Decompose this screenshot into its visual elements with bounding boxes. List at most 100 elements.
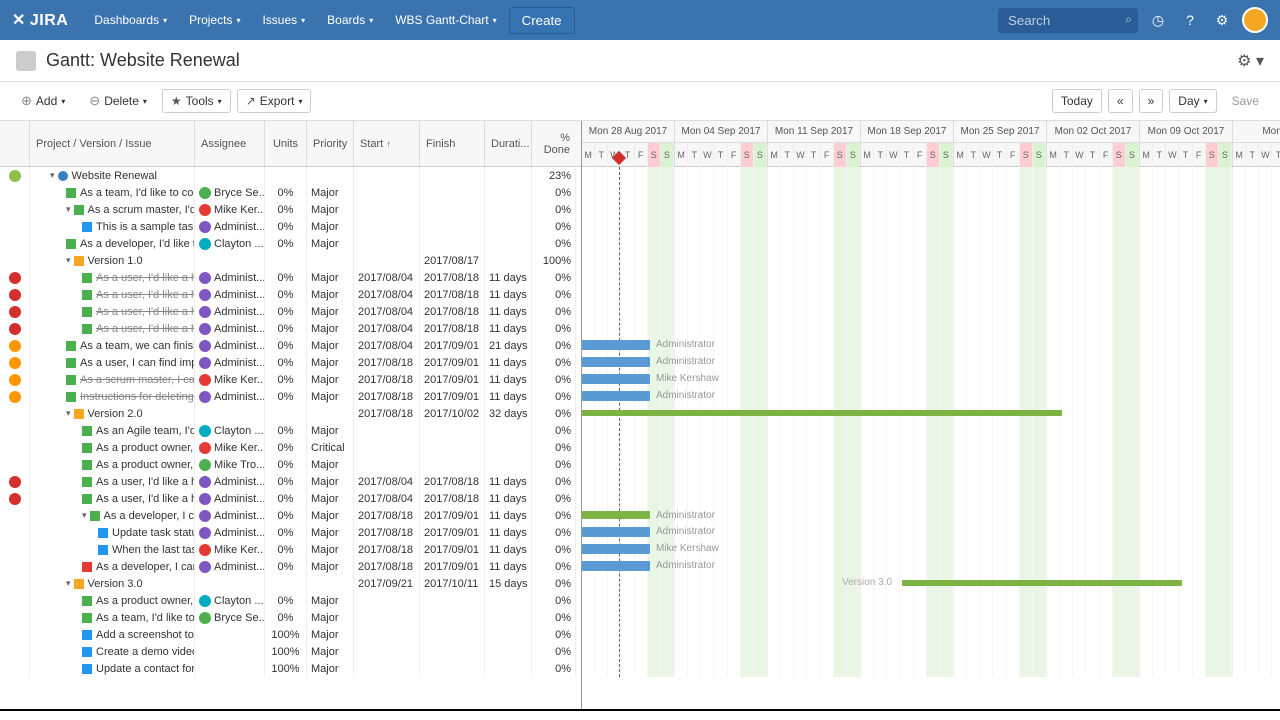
gantt-bar[interactable]: Administrator [582, 561, 650, 571]
week-column: Mon 25 Sep 2017MTWTFSS [954, 121, 1047, 166]
cell-start [354, 643, 420, 660]
gantt-bar[interactable]: Administrator [582, 391, 650, 401]
table-row[interactable]: Add a screenshot to th...100%Major0% [0, 626, 581, 643]
cell-finish [420, 660, 485, 677]
table-row[interactable]: ▾Version 2.02017/08/182017/10/0232 days0… [0, 405, 581, 422]
table-row[interactable]: ▾As a developer, I can u...Administ...0%… [0, 507, 581, 524]
table-row[interactable]: As a team, I'd like to com...Bryce Se...… [0, 184, 581, 201]
cell-done: 0% [532, 507, 576, 524]
gantt-bar[interactable]: Mike Kershaw [582, 544, 650, 554]
week-label: Mon 04 Sep 2017 [675, 121, 767, 143]
tree-toggle-icon[interactable]: ▾ [82, 510, 87, 521]
nav-boards[interactable]: Boards▾ [317, 7, 383, 34]
table-row[interactable]: As a user, I can find impor...Administ..… [0, 354, 581, 371]
table-row[interactable]: As a team, I'd like to es...Bryce Se...0… [0, 609, 581, 626]
cell-priority: Major [307, 558, 354, 575]
avatar-icon [199, 272, 211, 284]
settings-icon[interactable]: ⚙ [1210, 8, 1234, 32]
table-row[interactable]: As a team, we can finish t...Administ...… [0, 337, 581, 354]
col-done[interactable]: % Done [532, 121, 576, 166]
table-row[interactable]: As a user, I'd like a hist...Administ...… [0, 303, 581, 320]
table-row[interactable]: As a product owner, I'...Mike Ker...0%Cr… [0, 439, 581, 456]
gantt-bar[interactable] [582, 410, 1062, 416]
tools-button[interactable]: Tools▾ [162, 89, 231, 113]
nav-dashboards[interactable]: Dashboards▾ [84, 7, 177, 34]
nav-issues[interactable]: Issues▾ [252, 7, 315, 34]
add-button[interactable]: Add▾ [12, 88, 74, 114]
table-row[interactable]: When the last task ...Mike Ker...0%Major… [0, 541, 581, 558]
cell-duration [485, 422, 532, 439]
cell-finish: 2017/10/11 [420, 575, 485, 592]
next-button[interactable]: » [1139, 89, 1164, 113]
table-row[interactable]: As a scrum master, I can s...Mike Ker...… [0, 371, 581, 388]
cell-done: 0% [532, 558, 576, 575]
table-row[interactable]: As a product owner, I'...Mike Tro...0%Ma… [0, 456, 581, 473]
grid-header: Project / Version / Issue Assignee Units… [0, 121, 581, 167]
table-row[interactable]: ▾Version 3.02017/09/212017/10/1115 days0… [0, 575, 581, 592]
caret-icon: ▾ [298, 97, 302, 106]
day-cell: S [1206, 143, 1219, 167]
save-button[interactable]: Save [1223, 89, 1268, 113]
gantt-bar[interactable]: Administrator [582, 357, 650, 367]
table-row[interactable]: As a product owner, I'...Clayton ...0%Ma… [0, 592, 581, 609]
gantt-bar[interactable]: Administrator [582, 340, 650, 350]
avatar-icon [199, 544, 211, 556]
tree-toggle-icon[interactable]: ▾ [50, 170, 55, 181]
table-row[interactable]: This is a sample task. T...Administ...0%… [0, 218, 581, 235]
search-input[interactable] [998, 8, 1138, 33]
col-finish[interactable]: Finish [420, 121, 485, 166]
table-row[interactable]: As a developer, I can u...Administ...0%M… [0, 558, 581, 575]
cell-priority: Major [307, 269, 354, 286]
delete-button[interactable]: Delete▾ [80, 88, 156, 114]
table-row[interactable]: As a user, I'd like a hist...Administ...… [0, 286, 581, 303]
prev-button[interactable]: « [1108, 89, 1133, 113]
table-row[interactable]: Update task status ...Administ...0%Major… [0, 524, 581, 541]
table-row[interactable]: As a user, I'd like a hist...Administ...… [0, 320, 581, 337]
table-row[interactable]: As a user, I'd like a hist...Administ...… [0, 490, 581, 507]
table-row[interactable]: As a user, I'd like a hist...Administ...… [0, 473, 581, 490]
nav-projects[interactable]: Projects▾ [179, 7, 250, 34]
create-button[interactable]: Create [509, 7, 575, 34]
jira-logo[interactable]: JIRA [12, 10, 68, 30]
user-avatar[interactable] [1242, 7, 1268, 33]
table-row[interactable]: ▾Version 1.02017/08/17100% [0, 252, 581, 269]
col-priority[interactable]: Priority [307, 121, 354, 166]
page-settings-icon[interactable]: ⚙ ▾ [1237, 51, 1264, 71]
nav-wbs-gantt[interactable]: WBS Gantt-Chart▾ [385, 7, 506, 34]
col-duration[interactable]: Durati... [485, 121, 532, 166]
assignee-name: Mike Tro... [214, 459, 265, 471]
avatar-icon [199, 306, 211, 318]
issue-title: When the last task ... [112, 544, 195, 556]
cell-done: 0% [532, 303, 576, 320]
today-button[interactable]: Today [1052, 89, 1102, 113]
cell-finish [420, 609, 485, 626]
col-start[interactable]: Start↑ [354, 121, 420, 166]
table-row[interactable]: As a developer, I'd like to ...Clayton .… [0, 235, 581, 252]
table-row[interactable]: ▾As a scrum master, I'd like ...Mike Ker… [0, 201, 581, 218]
col-issue[interactable]: Project / Version / Issue [30, 121, 195, 166]
col-status[interactable] [0, 121, 30, 166]
cell-start [354, 252, 420, 269]
table-row[interactable]: Create a demo video100%Major0% [0, 643, 581, 660]
tree-toggle-icon[interactable]: ▾ [66, 255, 71, 266]
export-button[interactable]: Export▾ [237, 89, 312, 113]
table-row[interactable]: Update a contact form100%Major0% [0, 660, 581, 677]
table-row[interactable]: ▾Website Renewal23% [0, 167, 581, 184]
table-row[interactable]: Instructions for deleting t...Administ..… [0, 388, 581, 405]
tree-toggle-icon[interactable]: ▾ [66, 578, 71, 589]
table-row[interactable]: As an Agile team, I'd lik...Clayton ...0… [0, 422, 581, 439]
feedback-icon[interactable]: ◷ [1146, 8, 1170, 32]
issue-title: As a scrum master, I can s... [80, 374, 195, 386]
tree-toggle-icon[interactable]: ▾ [66, 204, 71, 215]
assignee-name: Bryce Se... [214, 612, 265, 624]
col-units[interactable]: Units [265, 121, 307, 166]
tree-toggle-icon[interactable]: ▾ [66, 408, 71, 419]
gantt-bar[interactable]: Mike Kershaw [582, 374, 650, 384]
col-assignee[interactable]: Assignee [195, 121, 265, 166]
help-icon[interactable]: ? [1178, 8, 1202, 32]
gantt-bar[interactable] [902, 580, 1182, 586]
scale-button[interactable]: Day▾ [1169, 89, 1216, 113]
gantt-bar[interactable]: Administrator [582, 511, 650, 519]
gantt-bar[interactable]: Administrator [582, 527, 650, 537]
table-row[interactable]: As a user, I'd like a hist...Administ...… [0, 269, 581, 286]
